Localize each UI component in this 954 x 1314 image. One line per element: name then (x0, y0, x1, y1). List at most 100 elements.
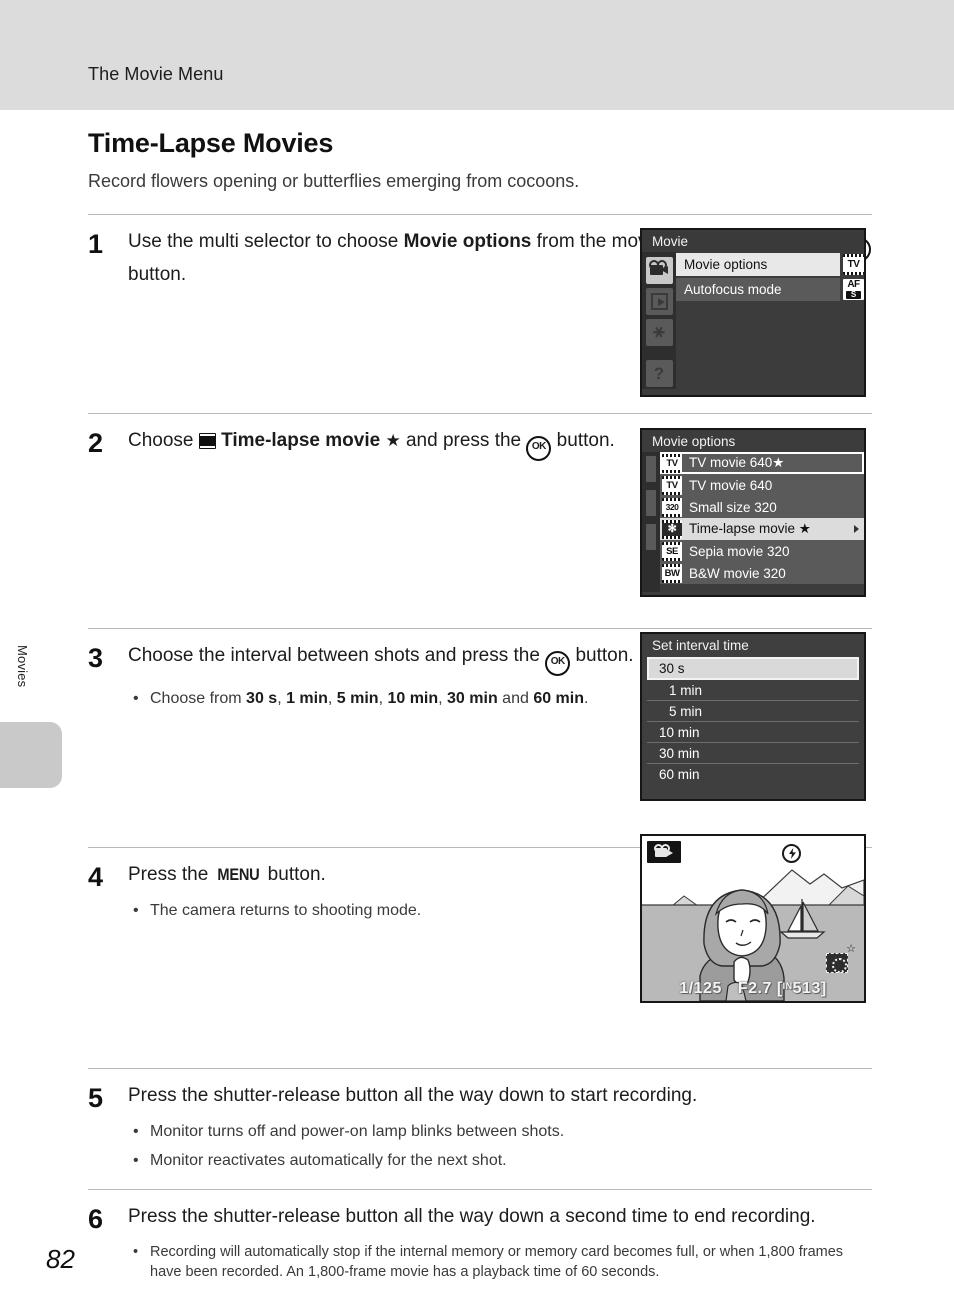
tv-star-icon: TV (662, 453, 682, 473)
option-bw-movie-320[interactable]: BW B&W movie 320 (660, 562, 864, 584)
step-2-text-part-1: Choose (128, 430, 199, 451)
aperture-value: F2.7 (737, 980, 772, 997)
camera-screen-movie-menu: Movie ⚹ ? Movie options TV Autofocus mod… (640, 228, 866, 397)
step-5-bullets: Monitor turns off and power-on lamp blin… (128, 1121, 872, 1172)
step-1-text-part-1: Use the multi selector to choose (128, 231, 404, 252)
time-lapse-indicator-icon (826, 953, 848, 973)
menu-button-icon: MENU (216, 865, 259, 884)
intro-paragraph: Record flowers opening or butterflies em… (88, 171, 580, 191)
step-5-bullet-2: Monitor reactivates automatically for th… (128, 1150, 872, 1173)
badge-text: TV (847, 259, 860, 270)
tv-icon: TV (662, 475, 682, 495)
step-4-text-part-1: Press the (128, 864, 214, 885)
camera-screen-movie-options: Movie options TV TV movie 640★ TV TV mov… (640, 428, 866, 597)
bullet-prefix: Choose from (150, 690, 247, 707)
shutter-speed-value: 1/125 (679, 980, 722, 997)
time-lapse-icon: ✻ (662, 519, 682, 539)
option-tv-movie-640[interactable]: TV TV movie 640 (660, 474, 864, 496)
interval-option-10min: 10 min (387, 690, 439, 707)
step-number: 4 (88, 862, 104, 892)
running-head: The Movie Menu (88, 64, 224, 84)
size-320-icon: 320 (662, 497, 682, 517)
bw-icon: BW (662, 563, 682, 583)
option-tv-movie-640-star[interactable]: TV TV movie 640★ (660, 452, 864, 474)
frames-remaining-value: 513 (792, 980, 821, 997)
option-small-size-320[interactable]: 320 Small size 320 (660, 496, 864, 518)
star-icon: ★ (385, 431, 401, 450)
screen-title: Set interval time (652, 638, 749, 653)
screen-sidebar-stubs (642, 452, 660, 592)
menu-row-movie-options[interactable]: Movie options TV (676, 253, 864, 276)
screen-title: Movie options (652, 434, 736, 449)
time-lapse-film-icon (198, 433, 216, 449)
page-number: 82 (46, 1244, 75, 1274)
option-sepia-movie-320[interactable]: SE Sepia movie 320 (660, 540, 864, 562)
live-view-info-bar: 1/125 F2.7 [IN513] (642, 980, 864, 998)
tv-star-badge-icon: TV (843, 254, 864, 275)
interval-item-30min[interactable]: 30 min (647, 743, 859, 764)
interval-item-60min[interactable]: 60 min (647, 764, 859, 785)
bullet-joiner: and (497, 690, 534, 707)
af-s-badge-icon: AF S (843, 279, 864, 300)
badge-text-top: AF (847, 279, 860, 290)
icon-text: TV (666, 457, 678, 469)
interval-item-30s[interactable]: 30 s (647, 657, 859, 680)
step-1-bold-movie-options: Movie options (403, 231, 532, 252)
step-3-text-part-1: Choose the interval between shots and pr… (128, 645, 546, 666)
page-header-band (0, 0, 954, 110)
option-label: Sepia movie 320 (689, 543, 790, 559)
bullet-suffix: . (584, 690, 589, 707)
screen-title: Movie (642, 230, 864, 252)
sepia-icon: SE (662, 541, 682, 561)
section-tab-label: Movies (15, 645, 30, 688)
interval-option-30min: 30 min (447, 690, 498, 707)
option-label: Time-lapse movie ★ (689, 521, 811, 536)
interval-item-5min[interactable]: 5 min (647, 701, 859, 722)
movie-camera-icon[interactable] (645, 257, 673, 284)
step-1-text-part-3: button. (128, 264, 187, 285)
step-4-text-part-2: button. (262, 864, 326, 885)
option-label: TV movie 640★ (689, 455, 785, 470)
interval-option-5min: 5 min (336, 690, 379, 707)
step-2-bold-time-lapse: Time-lapse movie (221, 430, 381, 451)
page-title: Time-Lapse Movies (88, 128, 334, 158)
bracket-close: ] (820, 980, 827, 997)
ok-button-icon: OK (526, 436, 552, 461)
option-label: Small size 320 (689, 499, 777, 515)
flash-off-icon (782, 844, 801, 863)
step-number: 3 (88, 643, 104, 673)
icon-text: ✻ (667, 522, 677, 535)
step-2-text-part-3: button. (551, 430, 615, 451)
section-tab-marker (0, 722, 62, 788)
badge-text-bottom: S (846, 291, 861, 299)
icon-text: SE (666, 545, 678, 557)
option-label: B&W movie 320 (689, 565, 786, 581)
wrench-icon[interactable]: ⚹ (645, 319, 673, 346)
chevron-right-icon (854, 525, 859, 533)
option-label: TV movie 640 (689, 477, 773, 493)
icon-text: BW (664, 567, 680, 579)
step-6: 6 Press the shutter-release button all t… (88, 1190, 872, 1299)
menu-row-autofocus-mode[interactable]: Autofocus mode AF S (676, 278, 864, 301)
step-number: 1 (88, 229, 104, 259)
step-6-bullets: Recording will automatically stop if the… (128, 1242, 872, 1283)
interval-item-1min[interactable]: 1 min (647, 680, 859, 701)
star-icon: ☆ (846, 943, 856, 955)
step-5: 5 Press the shutter-release button all t… (88, 1069, 872, 1189)
step-number: 5 (88, 1083, 104, 1113)
option-time-lapse-movie[interactable]: ✻ Time-lapse movie ★ (660, 518, 864, 540)
step-5-bullet-1: Monitor turns off and power-on lamp blin… (128, 1121, 872, 1144)
interval-option-30s: 30 s (246, 690, 278, 707)
interval-item-10min[interactable]: 10 min (647, 722, 859, 743)
playback-icon[interactable] (645, 288, 673, 315)
internal-memory-icon: IN (782, 981, 793, 991)
help-icon[interactable]: ? (645, 360, 673, 387)
camera-screen-live-view: ☆ 1/125 F2.7 [IN513] (640, 834, 866, 1003)
camera-screen-set-interval: Set interval time 30 s 1 min 5 min 10 mi… (640, 632, 866, 801)
icon-text: 320 (665, 501, 679, 512)
menu-row-label: Movie options (676, 253, 840, 276)
step-2-text-part-2: and press the (400, 430, 527, 451)
ok-button-icon: OK (545, 651, 571, 676)
step-number: 6 (88, 1203, 104, 1234)
interval-list: 30 s 1 min 5 min 10 min 30 min 60 min (642, 657, 864, 785)
